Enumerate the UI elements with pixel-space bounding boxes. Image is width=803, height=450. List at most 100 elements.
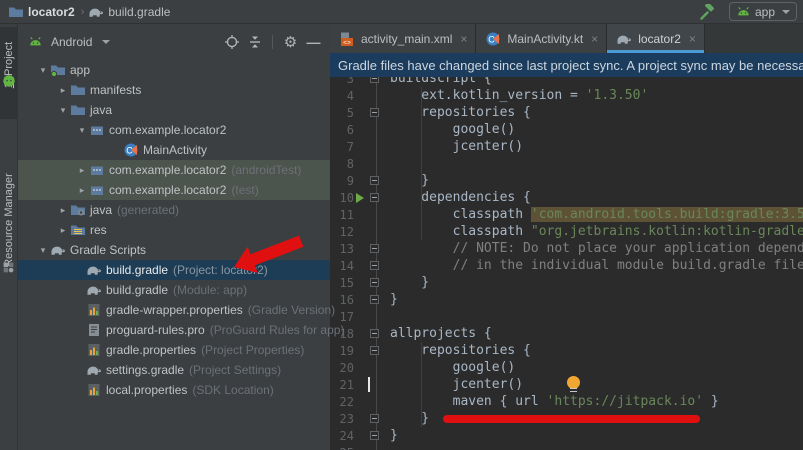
project-tool-window: Android ⚙ — ▾app▸manifests▾java▾com.exam… [18,24,330,450]
tree-item-settings-gradle[interactable]: settings.gradle(Project Settings) [18,360,330,380]
tree-item-gradle-wrapper-properties[interactable]: gradle-wrapper.properties(Gradle Version… [18,300,330,320]
build-hammer-button[interactable] [699,4,715,20]
tree-item-label: MainActivity [143,143,207,157]
tree-item-label: local.properties [106,383,187,397]
code-line-8[interactable]: 8 [330,155,803,172]
code-editor[interactable]: 3buildscript {4 ext.kotlin_version = '1.… [330,24,803,450]
code-line-15[interactable]: 15 } [330,274,803,291]
code-line-22[interactable]: 22 maven { url 'https://jitpack.io' } [330,393,803,410]
tree-expand-arrow-icon[interactable]: ▸ [56,85,70,96]
tree-item-mainactivity[interactable]: C MainActivity [18,140,330,160]
tree-item-manifests[interactable]: ▸manifests [18,80,330,100]
gradle-sync-banner[interactable]: Gradle files have changed since last pro… [330,53,803,77]
fold-marker-icon[interactable] [370,176,379,185]
code-line-5[interactable]: 5 repositories { [330,104,803,121]
editor-tab-mainactivity-kt[interactable]: CMainActivity.kt× [476,24,607,53]
tree-item-label: java [90,203,112,217]
code-line-11[interactable]: 11 classpath 'com.android.tools.build:gr… [330,206,803,223]
project-view-selector[interactable]: Android [51,35,92,49]
svg-text:C: C [126,146,133,156]
code-line-24[interactable]: 24} [330,427,803,444]
tree-item-label: proguard-rules.pro [106,323,205,337]
tree-expand-arrow-icon[interactable]: ▾ [36,245,50,256]
collapse-all-button[interactable] [246,34,263,51]
tree-item-com-example-locator2[interactable]: ▾com.example.locator2 [18,120,330,140]
line-number: 20 [330,361,354,375]
tree-item-gradle-properties[interactable]: gradle.properties(Project Properties) [18,340,330,360]
fold-marker-icon[interactable] [370,108,379,117]
breadcrumb-project[interactable]: locator2 [28,5,75,19]
fold-marker-icon[interactable] [370,346,379,355]
activity-bar: 1: Project Resource Manager [0,24,18,450]
fold-marker-icon[interactable] [370,193,379,202]
code-line-17[interactable]: 17 [330,308,803,325]
code-line-20[interactable]: 20 google() [330,359,803,376]
editor-tab-activity-main-xml[interactable]: <>activity_main.xml× [330,24,476,53]
fold-marker-icon[interactable] [370,431,379,440]
code-line-4[interactable]: 4 ext.kotlin_version = '1.3.50' [330,87,803,104]
tree-item-java[interactable]: ▾java [18,100,330,120]
tree-item-label: gradle.properties [106,343,196,357]
text-caret [368,377,370,392]
code-line-18[interactable]: 18allprojects { [330,325,803,342]
breadcrumb-file[interactable]: build.gradle [108,5,170,19]
tree-expand-arrow-icon[interactable]: ▸ [75,165,89,176]
fold-marker-icon[interactable] [370,261,379,270]
sidebar-tab-resource-manager[interactable]: Resource Manager [0,165,18,275]
tree-item-build-gradle[interactable]: build.gradle(Module: app) [18,280,330,300]
code-line-16[interactable]: 16} [330,291,803,308]
code-line-10[interactable]: 10 dependencies { [330,189,803,206]
tree-item-java[interactable]: ▸java(generated) [18,200,330,220]
tree-expand-arrow-icon[interactable]: ▾ [36,65,50,76]
close-tab-icon[interactable]: × [689,32,696,46]
tree-item-label: res [90,223,107,237]
code-line-12[interactable]: 12 classpath "org.jetbrains.kotlin:kotli… [330,223,803,240]
close-tab-icon[interactable]: × [591,32,598,46]
tree-expand-arrow-icon[interactable]: ▾ [56,105,70,116]
code-text: } [382,173,429,188]
android-project-icon [2,74,16,88]
tree-expand-arrow-icon[interactable]: ▸ [56,205,70,216]
settings-gear-button[interactable]: ⚙ [282,34,299,51]
locate-file-button[interactable] [223,34,240,51]
tree-item-annotation: (ProGuard Rules for app) [210,323,345,337]
code-line-9[interactable]: 9 } [330,172,803,189]
hide-panel-button[interactable]: — [305,34,322,51]
tree-expand-arrow-icon[interactable]: ▾ [75,125,89,136]
code-text: jcenter() [382,377,523,392]
fold-marker-icon[interactable] [370,278,379,287]
code-text: dependencies { [382,190,531,205]
tree-item-res[interactable]: ▸ res [18,220,330,240]
close-tab-icon[interactable]: × [460,32,467,46]
tree-expand-arrow-icon[interactable]: ▸ [56,225,70,236]
editor-tab-locator2[interactable]: locator2× [607,24,705,53]
code-text: classpath 'com.android.tools.build:gradl… [382,207,803,222]
tree-item-proguard-rules-pro[interactable]: proguard-rules.pro(ProGuard Rules for ap… [18,320,330,340]
code-line-25[interactable]: 25 [330,444,803,450]
code-line-13[interactable]: 13 // NOTE: Do not place your applicatio… [330,240,803,257]
intention-lightbulb-icon[interactable] [567,376,580,389]
tree-expand-arrow-icon[interactable]: ▸ [75,185,89,196]
editor-tab-bar: <>activity_main.xml×CMainActivity.kt×loc… [330,24,803,53]
fold-marker-icon[interactable] [370,295,379,304]
tree-item-com-example-locator2[interactable]: ▸com.example.locator2(androidTest) [18,160,330,180]
run-configuration-selector[interactable]: app [729,2,797,21]
fold-marker-icon[interactable] [370,414,379,423]
code-line-7[interactable]: 7 jcenter() [330,138,803,155]
tree-item-app[interactable]: ▾app [18,60,330,80]
package-icon [89,122,107,138]
line-number: 9 [330,174,354,188]
code-line-21[interactable]: 21 jcenter() [330,376,803,393]
tree-item-local-properties[interactable]: local.properties(SDK Location) [18,380,330,400]
tree-item-com-example-locator2[interactable]: ▸com.example.locator2(test) [18,180,330,200]
tree-item-gradle-scripts[interactable]: ▾Gradle Scripts [18,240,330,260]
fold-marker-icon[interactable] [370,329,379,338]
code-line-14[interactable]: 14 // in the individual module build.gra… [330,257,803,274]
code-line-19[interactable]: 19 repositories { [330,342,803,359]
folder-icon [70,82,88,98]
tree-item-build-gradle[interactable]: build.gradle(Project: locator2) [18,260,330,280]
run-gutter-icon[interactable] [356,193,364,203]
line-number: 12 [330,225,354,239]
fold-marker-icon[interactable] [370,244,379,253]
code-line-6[interactable]: 6 google() [330,121,803,138]
